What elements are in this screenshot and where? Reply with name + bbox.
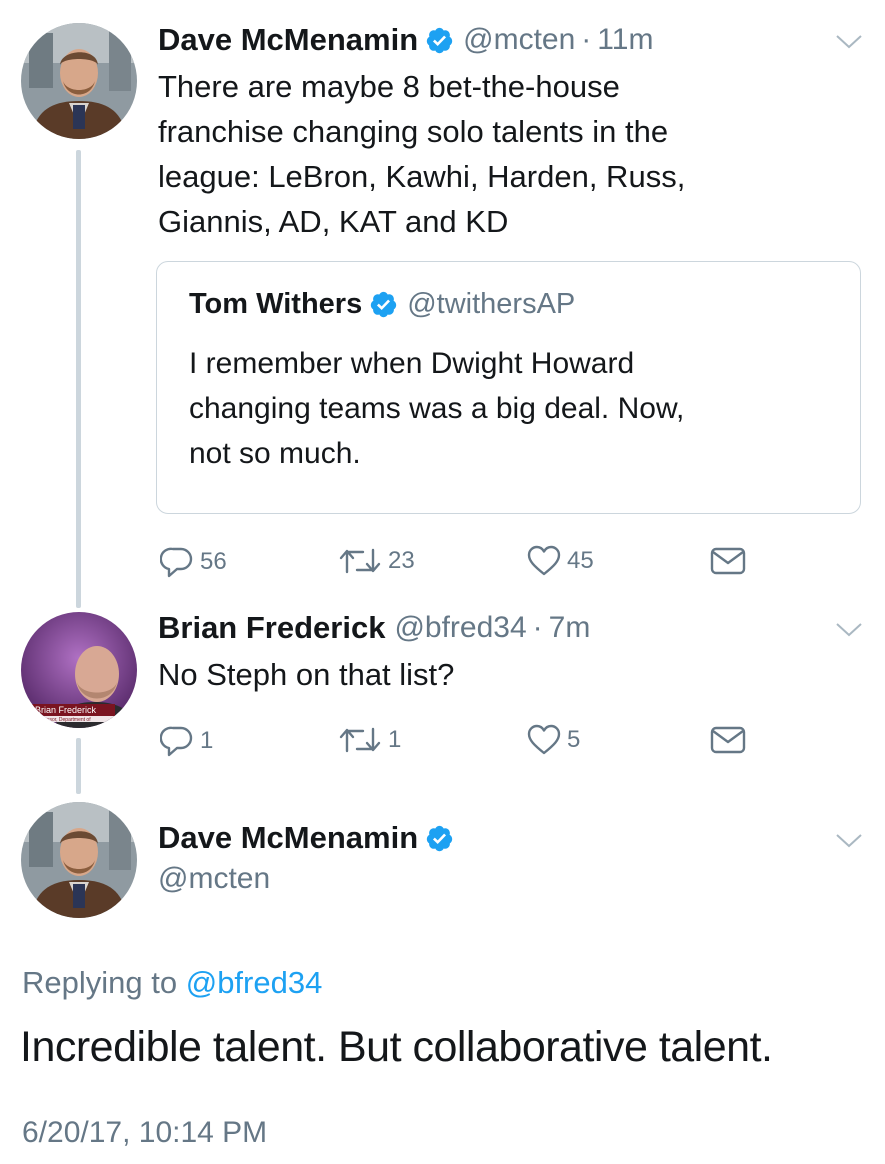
avatar[interactable]: Brian Frederick Professor, Department of <box>21 612 137 728</box>
avatar[interactable] <box>21 802 137 918</box>
replying-to-link[interactable]: @bfred34 <box>186 965 323 1000</box>
quote-line: changing teams was a big deal. Now, <box>189 392 685 425</box>
chevron-down-icon[interactable] <box>835 832 863 850</box>
avatar[interactable] <box>21 23 137 139</box>
reply-button[interactable]: 56 <box>160 545 227 579</box>
reply-count: 56 <box>200 548 227 575</box>
author-handle[interactable]: @mcten <box>158 862 270 896</box>
reply-icon <box>160 724 194 758</box>
direct-message-button[interactable] <box>710 546 746 576</box>
retweet-icon <box>338 546 382 576</box>
thread-line <box>76 150 81 608</box>
reply-count: 1 <box>200 727 214 754</box>
separator: · <box>581 23 592 56</box>
like-button[interactable]: 45 <box>527 545 594 577</box>
tweet-header: Dave McMenamin <box>158 820 454 856</box>
direct-message-button[interactable] <box>710 725 746 755</box>
quote-author-handle: @twithersAP <box>407 288 576 320</box>
tweet-line: league: LeBron, Kawhi, Harden, Russ, <box>158 159 686 194</box>
quote-text: I remember when Dwight Howard changing t… <box>189 341 829 476</box>
retweet-count: 1 <box>388 726 402 753</box>
envelope-icon <box>710 546 746 576</box>
heart-icon <box>527 724 561 756</box>
quoted-tweet-card[interactable]: Tom Withers @twithersAP I remember when … <box>156 261 861 514</box>
thread-line <box>76 738 81 794</box>
tweet-text: There are maybe 8 bet-the-house franchis… <box>158 64 818 244</box>
author-name[interactable]: Dave McMenamin <box>158 22 418 58</box>
author-name[interactable]: Brian Frederick <box>158 610 385 646</box>
verified-icon <box>369 290 398 319</box>
tweet-line: There are maybe 8 bet-the-house <box>158 69 620 104</box>
separator: · <box>532 611 543 644</box>
retweet-count: 23 <box>388 547 415 574</box>
focused-tweet-text: Incredible talent. But collaborative tal… <box>20 1023 773 1071</box>
chevron-down-icon[interactable] <box>835 621 863 639</box>
replying-prefix: Replying to <box>22 965 178 1000</box>
reply-button[interactable]: 1 <box>160 724 213 758</box>
like-count: 45 <box>567 547 594 574</box>
tweet-timestamp[interactable]: 6/20/17, 10:14 PM <box>22 1116 267 1150</box>
like-button[interactable]: 5 <box>527 724 580 756</box>
verified-icon <box>425 824 454 853</box>
reply-icon <box>160 545 194 579</box>
heart-icon <box>527 545 561 577</box>
quote-author-name: Tom Withers <box>189 288 363 320</box>
quote-header: Tom Withers @twithersAP <box>189 288 575 321</box>
tweet-time[interactable]: 11m <box>597 23 653 57</box>
avatar-caption: Brian Frederick <box>35 705 97 715</box>
like-count: 5 <box>567 726 581 753</box>
replying-to: Replying to @bfred34 <box>22 965 322 1001</box>
tweet-line: franchise changing solo talents in the <box>158 114 669 149</box>
author-handle-row: @mcten <box>158 862 270 896</box>
envelope-icon <box>710 725 746 755</box>
tweet-header: Brian Frederick @bfred34 · 7m <box>158 610 590 646</box>
author-handle[interactable]: @mcten <box>463 23 575 57</box>
author-handle[interactable]: @bfred34 <box>394 611 526 645</box>
avatar-subcaption: Professor, Department of <box>35 717 91 723</box>
retweet-button[interactable]: 23 <box>338 546 415 576</box>
quote-line: not so much. <box>189 437 361 470</box>
retweet-button[interactable]: 1 <box>338 725 401 755</box>
author-name[interactable]: Dave McMenamin <box>158 820 418 856</box>
verified-icon <box>425 26 454 55</box>
tweet-text: No Steph on that list? <box>158 657 455 692</box>
retweet-icon <box>338 725 382 755</box>
tweet-header: Dave McMenamin @mcten · 11m <box>158 22 653 58</box>
chevron-down-icon[interactable] <box>835 33 863 51</box>
tweet-line: Giannis, AD, KAT and KD <box>158 204 509 239</box>
quote-line: I remember when Dwight Howard <box>189 347 635 380</box>
tweet-time[interactable]: 7m <box>549 611 591 645</box>
